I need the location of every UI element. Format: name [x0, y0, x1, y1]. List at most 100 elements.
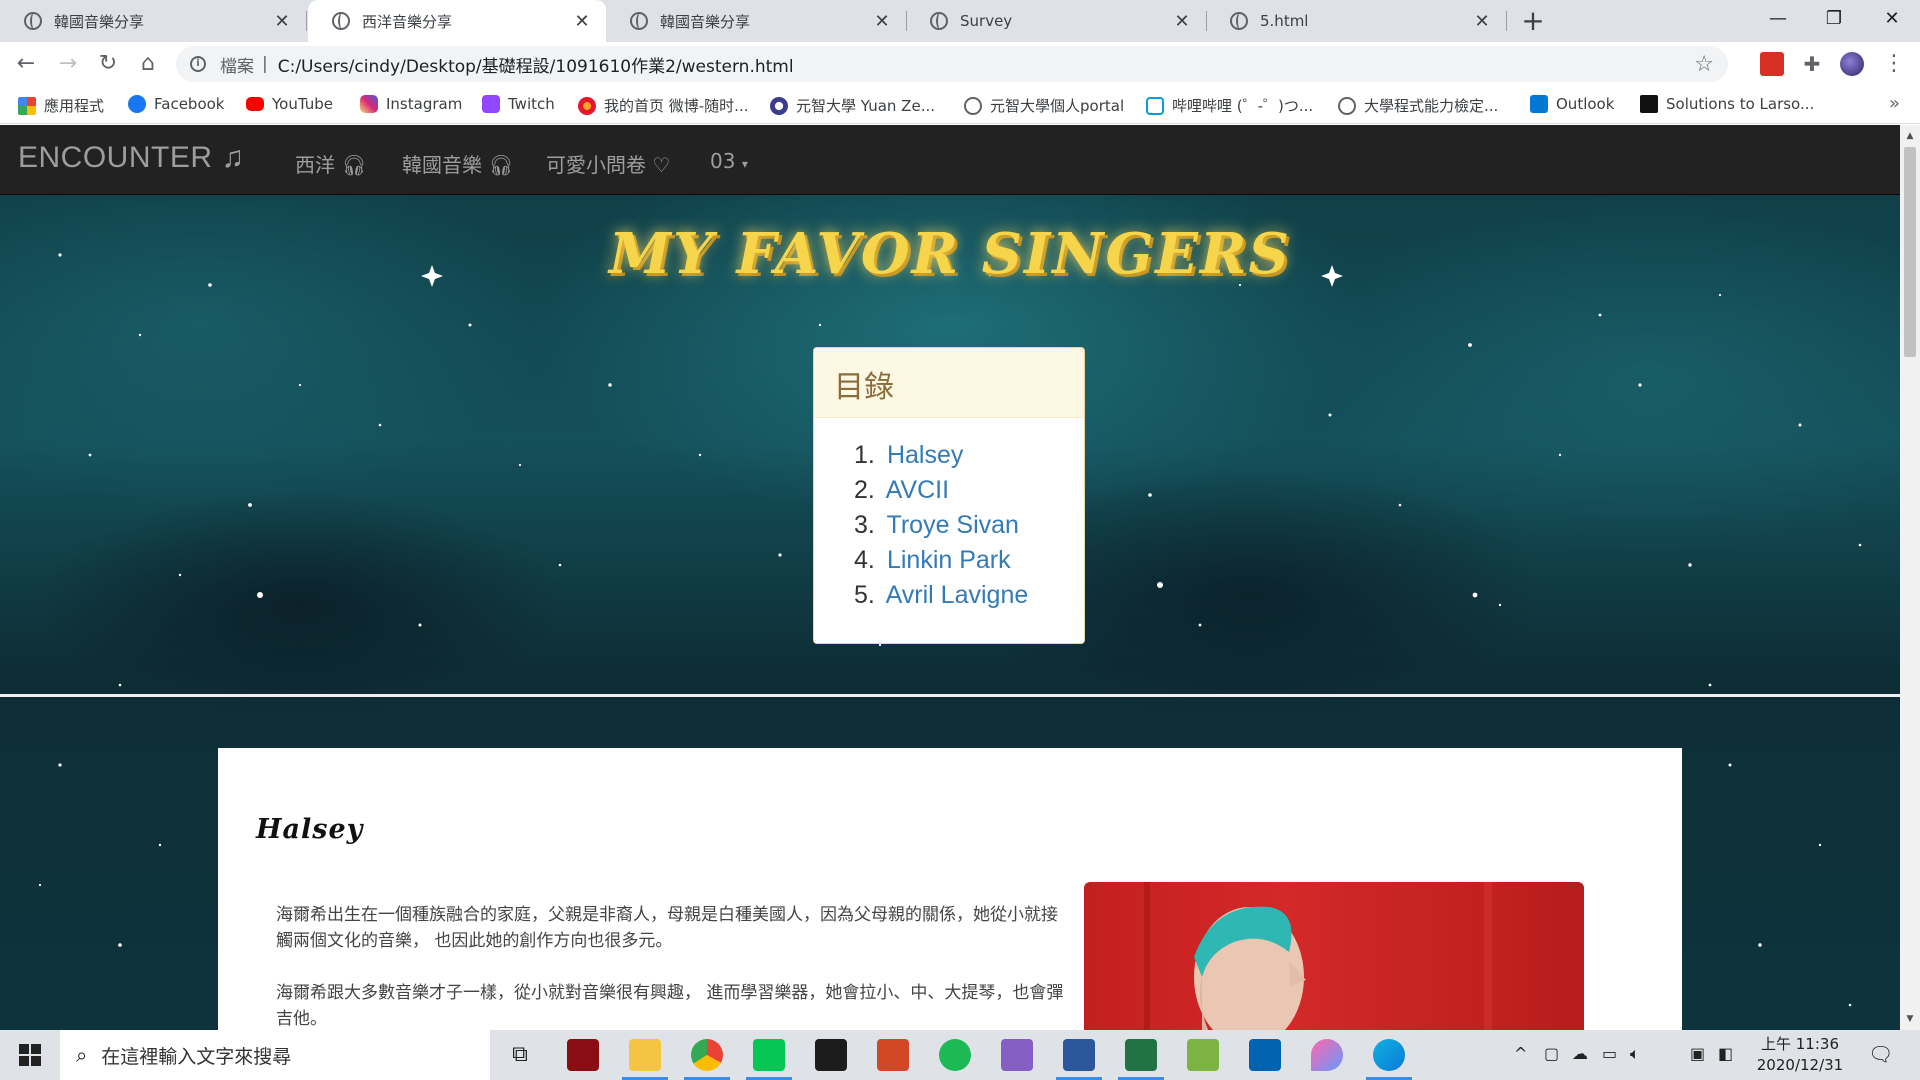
bookmark-youtube[interactable]: YouTube: [246, 95, 333, 113]
restore-button[interactable]: ❐: [1806, 0, 1862, 42]
windows-start-icon[interactable]: [10, 1042, 50, 1068]
task-view-icon[interactable]: ⧉: [504, 1039, 536, 1071]
powerpoint-icon[interactable]: [877, 1039, 909, 1071]
taskbar-search-input[interactable]: ⌕ 在這裡輸入文字來搜尋: [60, 1030, 490, 1080]
word-icon[interactable]: [1063, 1039, 1095, 1071]
close-icon[interactable]: ✕: [1472, 11, 1492, 32]
reload-button[interactable]: ↻: [92, 48, 124, 80]
headphones-icon: 🎧︎: [341, 153, 367, 177]
nav-item-dropdown[interactable]: 03 ▾: [710, 149, 748, 173]
page-scrollbar[interactable]: ▲ ▼: [1900, 125, 1920, 1030]
close-icon[interactable]: ✕: [872, 11, 892, 32]
bookmark-label: YouTube: [272, 95, 333, 113]
minimize-button[interactable]: —: [1750, 0, 1806, 42]
bookmark-weibo[interactable]: 我的首页 微博-随时...: [578, 95, 749, 116]
toc-heading: 目錄: [814, 348, 1084, 418]
close-icon[interactable]: ✕: [1172, 11, 1192, 32]
tray-overflow-icon[interactable]: ^: [1514, 1044, 1527, 1063]
browser-tab[interactable]: Survey ✕: [906, 0, 1206, 42]
scroll-up-arrow-icon[interactable]: ▲: [1900, 127, 1920, 145]
home-button[interactable]: ⌂: [132, 48, 164, 80]
headphones-icon: 🎧︎: [488, 153, 514, 177]
bookmark-yzu[interactable]: 元智大學 Yuan Ze...: [770, 95, 935, 116]
nav-item-survey[interactable]: 可愛小問卷 ♡: [546, 149, 670, 178]
bookmarks-bar: 應用程式 Facebook YouTube Instagram Twitch 我…: [0, 86, 1920, 124]
search-icon: ⌕: [76, 1043, 88, 1067]
address-url[interactable]: C:/Users/cindy/Desktop/基礎程設/1091610作業2/w…: [278, 52, 794, 77]
new-tab-button[interactable]: +: [1518, 4, 1548, 38]
taskbar-clock[interactable]: 上午 11:36 2020/12/31: [1750, 1034, 1850, 1076]
close-icon[interactable]: ✕: [572, 11, 592, 32]
search-placeholder: 在這裡輸入文字來搜尋: [101, 1045, 292, 1068]
notifications-icon[interactable]: 🗨︎: [1868, 1042, 1893, 1066]
toc-link-troye-sivan[interactable]: Troye Sivan: [887, 511, 1019, 539]
bookmark-instagram[interactable]: Instagram: [360, 95, 462, 113]
bookmarks-overflow-button[interactable]: »: [1889, 93, 1900, 114]
toc-link-linkin-park[interactable]: Linkin Park: [887, 546, 1011, 574]
battery-icon[interactable]: ▭: [1602, 1044, 1617, 1063]
forward-button[interactable]: →: [52, 48, 84, 80]
nav-item-label: 韓國音樂: [402, 153, 482, 177]
volume-icon[interactable]: 🔈︎: [1630, 1044, 1640, 1064]
toc-link-avcii[interactable]: AVCII: [886, 476, 949, 504]
address-scheme-label: 檔案: [220, 56, 254, 77]
edge-icon[interactable]: [1373, 1039, 1405, 1071]
nav-item-korean[interactable]: 韓國音樂 🎧︎: [402, 149, 514, 178]
puzzle-icon[interactable]: ✚: [1800, 52, 1824, 76]
bookmark-label: 元智大學 Yuan Ze...: [796, 97, 935, 115]
site-brand[interactable]: ENCOUNTER ♫: [18, 141, 244, 175]
instagram-icon: [360, 95, 378, 113]
chrome-icon[interactable]: [691, 1039, 723, 1071]
browser-tab-active[interactable]: 西洋音樂分享 ✕: [308, 0, 606, 42]
line-icon[interactable]: [753, 1039, 785, 1071]
bookmark-apps[interactable]: 應用程式: [18, 95, 104, 116]
extension-bookmark-icon[interactable]: [1760, 52, 1784, 76]
toc-link-halsey[interactable]: Halsey: [887, 441, 963, 469]
ime-icon[interactable]: ◧: [1718, 1044, 1733, 1063]
browser-tab-strip: 韓國音樂分享 ✕ 西洋音樂分享 ✕ 韓國音樂分享 ✕ Survey ✕ 5.ht…: [0, 0, 1920, 42]
scroll-down-arrow-icon[interactable]: ▼: [1900, 1010, 1920, 1028]
spotify-icon[interactable]: [939, 1039, 971, 1071]
toc-item-number: 5.: [854, 581, 875, 609]
close-window-button[interactable]: ✕: [1864, 0, 1920, 42]
toc-link-avril-lavigne[interactable]: Avril Lavigne: [886, 581, 1029, 609]
bookmark-twitch[interactable]: Twitch: [482, 95, 555, 113]
cloud-icon[interactable]: ☁: [1572, 1044, 1588, 1063]
address-bar[interactable]: i 檔案 | C:/Users/cindy/Desktop/基礎程設/10916…: [176, 46, 1728, 82]
nav-item-western[interactable]: 西洋 🎧︎: [295, 149, 367, 178]
info-icon[interactable]: i: [190, 56, 206, 72]
close-icon[interactable]: ✕: [272, 11, 292, 32]
tab-divider: [1506, 11, 1507, 31]
taskbar-app-red-icon[interactable]: [567, 1039, 599, 1071]
nav-item-label: 可愛小問卷: [546, 153, 646, 177]
back-button[interactable]: ←: [10, 48, 42, 80]
file-explorer-icon[interactable]: [629, 1039, 661, 1071]
article-title: Halsey: [256, 814, 364, 845]
browser-tab[interactable]: 5.html ✕: [1206, 0, 1506, 42]
bookmark-facebook[interactable]: Facebook: [128, 95, 224, 113]
university-seal-icon: [770, 96, 788, 115]
bookmark-cpe[interactable]: 大學程式能力檢定...: [1338, 95, 1498, 116]
bookmark-bilibili[interactable]: 哔哩哔哩 (゜-゜)つ...: [1146, 95, 1313, 116]
paint-icon[interactable]: [1187, 1039, 1219, 1071]
browser-tab[interactable]: 韓國音樂分享 ✕: [606, 0, 906, 42]
star-icon[interactable]: ☆: [1694, 52, 1714, 77]
browser-tab[interactable]: 韓國音樂分享 ✕: [0, 0, 306, 42]
avatar[interactable]: [1840, 52, 1864, 76]
tray-device-icon[interactable]: ▢: [1544, 1044, 1559, 1063]
menu-kebab-icon[interactable]: ⋮: [1882, 52, 1906, 76]
nav-item-label: 03: [710, 149, 736, 173]
pubg-icon[interactable]: [815, 1039, 847, 1071]
visual-studio-icon[interactable]: [1001, 1039, 1033, 1071]
paint-3d-icon[interactable]: [1311, 1039, 1343, 1071]
bookmark-outlook[interactable]: Outlook: [1530, 95, 1614, 113]
bookmark-label: Facebook: [154, 95, 225, 113]
photos-icon[interactable]: [1249, 1039, 1281, 1071]
scrollbar-thumb[interactable]: [1904, 147, 1916, 357]
network-icon[interactable]: ▣: [1690, 1044, 1705, 1063]
heart-icon: ♡: [652, 153, 671, 177]
excel-icon[interactable]: [1125, 1039, 1157, 1071]
bookmark-solutions[interactable]: Solutions to Larso...: [1640, 95, 1814, 113]
weibo-icon: [578, 96, 596, 115]
bookmark-portal[interactable]: 元智大學個人portal: [964, 95, 1124, 116]
